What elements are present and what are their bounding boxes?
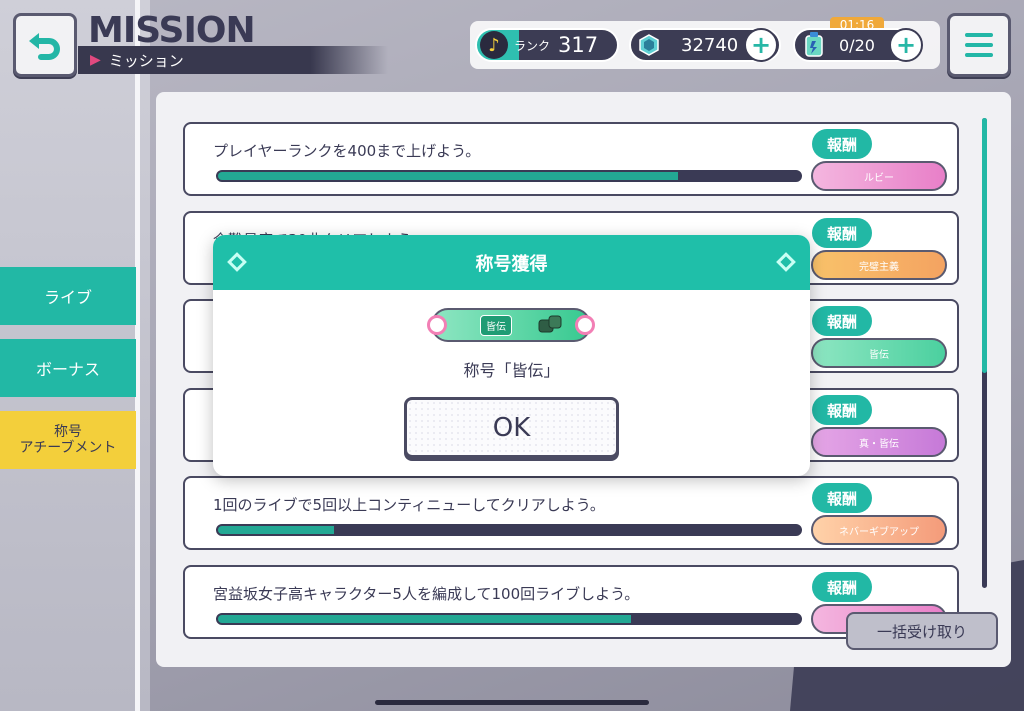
diamond-icon [227,252,247,272]
dialog-title: 称号獲得 [475,253,548,275]
title-acquired-dialog: 称号獲得 皆伝 称号「皆伝」 OK [213,235,810,476]
ok-button[interactable]: OK [404,397,619,458]
flower-icon [427,315,447,335]
scroll-tube-icon [538,315,562,333]
badge-tag: 皆伝 [480,314,512,336]
diamond-icon [776,252,796,272]
dialog-message: 称号「皆伝」 [463,361,560,380]
flower-icon [575,315,595,335]
home-indicator[interactable] [375,700,649,705]
dialog-header: 称号獲得 [213,235,810,290]
title-badge: 皆伝 [427,308,595,342]
